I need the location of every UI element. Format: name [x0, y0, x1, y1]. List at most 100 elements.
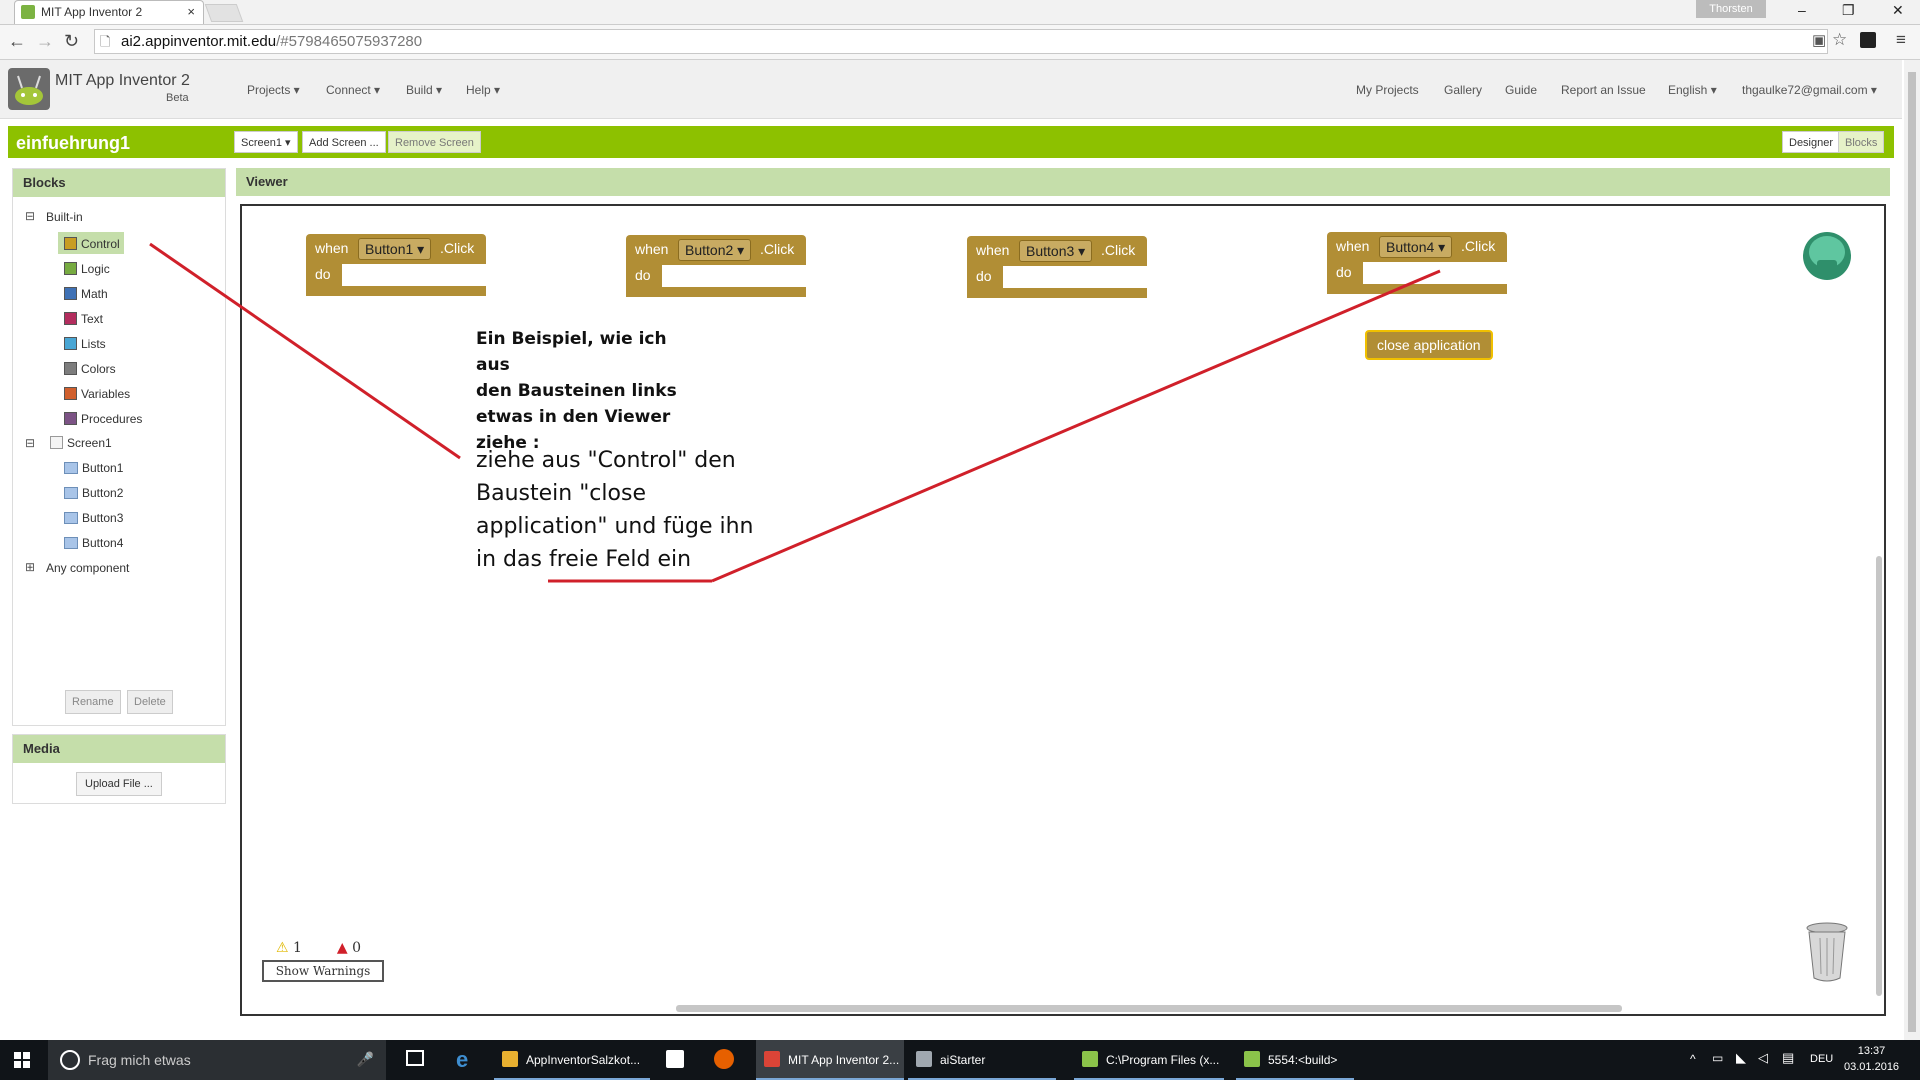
remove-screen-button[interactable]: Remove Screen: [388, 131, 481, 153]
component-dropdown[interactable]: Button1 ▾: [358, 238, 432, 260]
tree-text[interactable]: Text: [64, 312, 103, 326]
tree-component-button1[interactable]: Button1: [64, 461, 123, 475]
notifications-icon[interactable]: ▤: [1782, 1050, 1794, 1066]
close-application-block[interactable]: close application: [1365, 330, 1493, 360]
forward-icon[interactable]: →: [36, 31, 54, 52]
window-close-icon[interactable]: ✕: [1892, 2, 1904, 19]
tree-component-button4[interactable]: Button4: [64, 536, 123, 550]
taskbar-item-label: C:\Program Files (x...: [1106, 1053, 1220, 1067]
cortana-search-box[interactable]: Frag mich etwas 🎤: [48, 1040, 386, 1080]
browser-tab[interactable]: MIT App Inventor 2 ×: [14, 0, 204, 24]
page-info-icon[interactable]: 🗋: [100, 33, 110, 55]
backpack-icon[interactable]: [1800, 226, 1854, 282]
trash-icon[interactable]: [1804, 920, 1850, 984]
menu-help[interactable]: Help ▾: [466, 83, 500, 97]
component-dropdown[interactable]: Button2 ▾: [678, 239, 752, 261]
microphone-icon[interactable]: 🎤: [357, 1051, 374, 1068]
event-block-header: when Button2 ▾ .Click: [626, 235, 806, 265]
button-component-icon: [64, 487, 78, 499]
taskbar-item[interactable]: aiStarter: [908, 1040, 1056, 1080]
tree-any-component[interactable]: Any component: [46, 561, 129, 575]
page-scrollbar[interactable]: [1908, 72, 1916, 1032]
builtin-collapse-icon[interactable]: ⊟: [25, 209, 35, 223]
app-name: MIT App Inventor 2: [55, 72, 190, 89]
task-view-icon[interactable]: [406, 1050, 424, 1066]
menu-build[interactable]: Build ▾: [406, 83, 442, 97]
button-component-icon: [64, 537, 78, 549]
drawer-color-swatch: [64, 412, 77, 425]
upload-file-button[interactable]: Upload File ...: [76, 772, 162, 796]
tray-chevron-icon[interactable]: ^: [1690, 1052, 1696, 1066]
windows-start-icon[interactable]: [14, 1052, 30, 1068]
language-menu[interactable]: English ▾: [1668, 83, 1717, 97]
taskbar-item[interactable]: C:\Program Files (x...: [1074, 1040, 1224, 1080]
screen1-collapse-icon[interactable]: ⊟: [25, 436, 35, 450]
link-my-projects[interactable]: My Projects: [1356, 83, 1419, 97]
taskbar-clock[interactable]: 13:37 03.01.2016: [1844, 1043, 1899, 1075]
taskbar-item[interactable]: MIT App Inventor 2...: [756, 1040, 904, 1080]
tree-logic[interactable]: Logic: [64, 262, 110, 276]
event-block-button4[interactable]: when Button4 ▾ .Click do: [1327, 232, 1507, 294]
event-block-button2[interactable]: when Button2 ▾ .Click do: [626, 235, 806, 297]
app-inventor-logo-icon[interactable]: [8, 68, 50, 110]
tab-close-icon[interactable]: ×: [187, 4, 195, 19]
account-menu[interactable]: thgaulke72@gmail.com ▾: [1742, 83, 1877, 97]
taskbar-item-label: AppInventorSalzkot...: [526, 1053, 641, 1067]
edge-icon[interactable]: e: [456, 1047, 468, 1073]
restore-icon[interactable]: ❐: [1842, 2, 1855, 19]
store-icon[interactable]: [666, 1050, 684, 1068]
workspace-vertical-scrollbar[interactable]: [1876, 556, 1882, 996]
link-gallery[interactable]: Gallery: [1444, 83, 1482, 97]
profile-badge[interactable]: Thorsten: [1696, 0, 1766, 18]
add-screen-button[interactable]: Add Screen ...: [302, 131, 386, 153]
url-host: ai2.appinventor.mit.edu: [121, 33, 277, 50]
tree-component-button3[interactable]: Button3: [64, 511, 123, 525]
tree-lists[interactable]: Lists: [64, 337, 106, 351]
event-block-button1[interactable]: when Button1 ▾ .Click do: [306, 234, 486, 296]
designer-button[interactable]: Designer: [1782, 131, 1841, 153]
link-guide[interactable]: Guide: [1505, 83, 1537, 97]
tree-procedures[interactable]: Procedures: [64, 412, 142, 426]
menu-projects[interactable]: Projects ▾: [247, 83, 300, 97]
show-warnings-button[interactable]: Show Warnings: [262, 960, 384, 982]
any-component-expand-icon[interactable]: ⊞: [25, 560, 35, 574]
back-icon[interactable]: ←: [8, 31, 26, 52]
tree-math[interactable]: Math: [64, 287, 108, 301]
new-tab-button[interactable]: [204, 4, 244, 22]
workspace-horizontal-scrollbar[interactable]: [676, 1005, 1622, 1012]
delete-button[interactable]: Delete: [127, 690, 173, 714]
tree-screen1[interactable]: Screen1: [50, 436, 112, 450]
chrome-menu-icon[interactable]: ≡: [1896, 30, 1906, 50]
menu-connect[interactable]: Connect ▾: [326, 83, 380, 97]
link-report-issue[interactable]: Report an Issue: [1561, 83, 1646, 97]
battery-icon[interactable]: ▭: [1712, 1051, 1723, 1065]
translate-icon[interactable]: ▣: [1812, 31, 1826, 49]
drawer-color-swatch: [64, 362, 77, 375]
event-block-button3[interactable]: when Button3 ▾ .Click do: [967, 236, 1147, 298]
component-dropdown[interactable]: Button3 ▾: [1019, 240, 1093, 262]
tree-component-button2[interactable]: Button2: [64, 486, 123, 500]
extension-icon[interactable]: [1860, 32, 1876, 48]
component-dropdown[interactable]: Button4 ▾: [1379, 236, 1453, 258]
tree-builtin[interactable]: Built-in: [46, 210, 83, 224]
input-language[interactable]: DEU: [1810, 1053, 1833, 1065]
network-icon[interactable]: ◣: [1736, 1050, 1746, 1066]
beta-label: Beta: [166, 92, 189, 104]
taskbar-item[interactable]: 5554:<build>: [1236, 1040, 1354, 1080]
volume-icon[interactable]: ◁: [1758, 1050, 1768, 1066]
address-bar[interactable]: ai2.appinventor.mit.edu/#579846507593728…: [94, 29, 1828, 54]
minimize-icon[interactable]: –: [1798, 2, 1806, 18]
cortana-icon: [60, 1050, 80, 1070]
blocks-button[interactable]: Blocks: [1838, 131, 1885, 153]
tree-colors[interactable]: Colors: [64, 362, 116, 376]
rename-button[interactable]: Rename: [65, 690, 121, 714]
bookmark-star-icon[interactable]: ☆: [1832, 30, 1847, 50]
event-label: .Click: [1101, 242, 1136, 258]
reload-icon[interactable]: ↻: [64, 31, 79, 52]
do-slot: do: [967, 264, 1003, 290]
taskbar-item[interactable]: AppInventorSalzkot...: [494, 1040, 650, 1080]
tree-control[interactable]: Control: [64, 237, 120, 251]
tree-variables[interactable]: Variables: [64, 387, 130, 401]
screen-select-button[interactable]: Screen1 ▾: [234, 131, 298, 153]
firefox-icon[interactable]: [714, 1049, 734, 1069]
